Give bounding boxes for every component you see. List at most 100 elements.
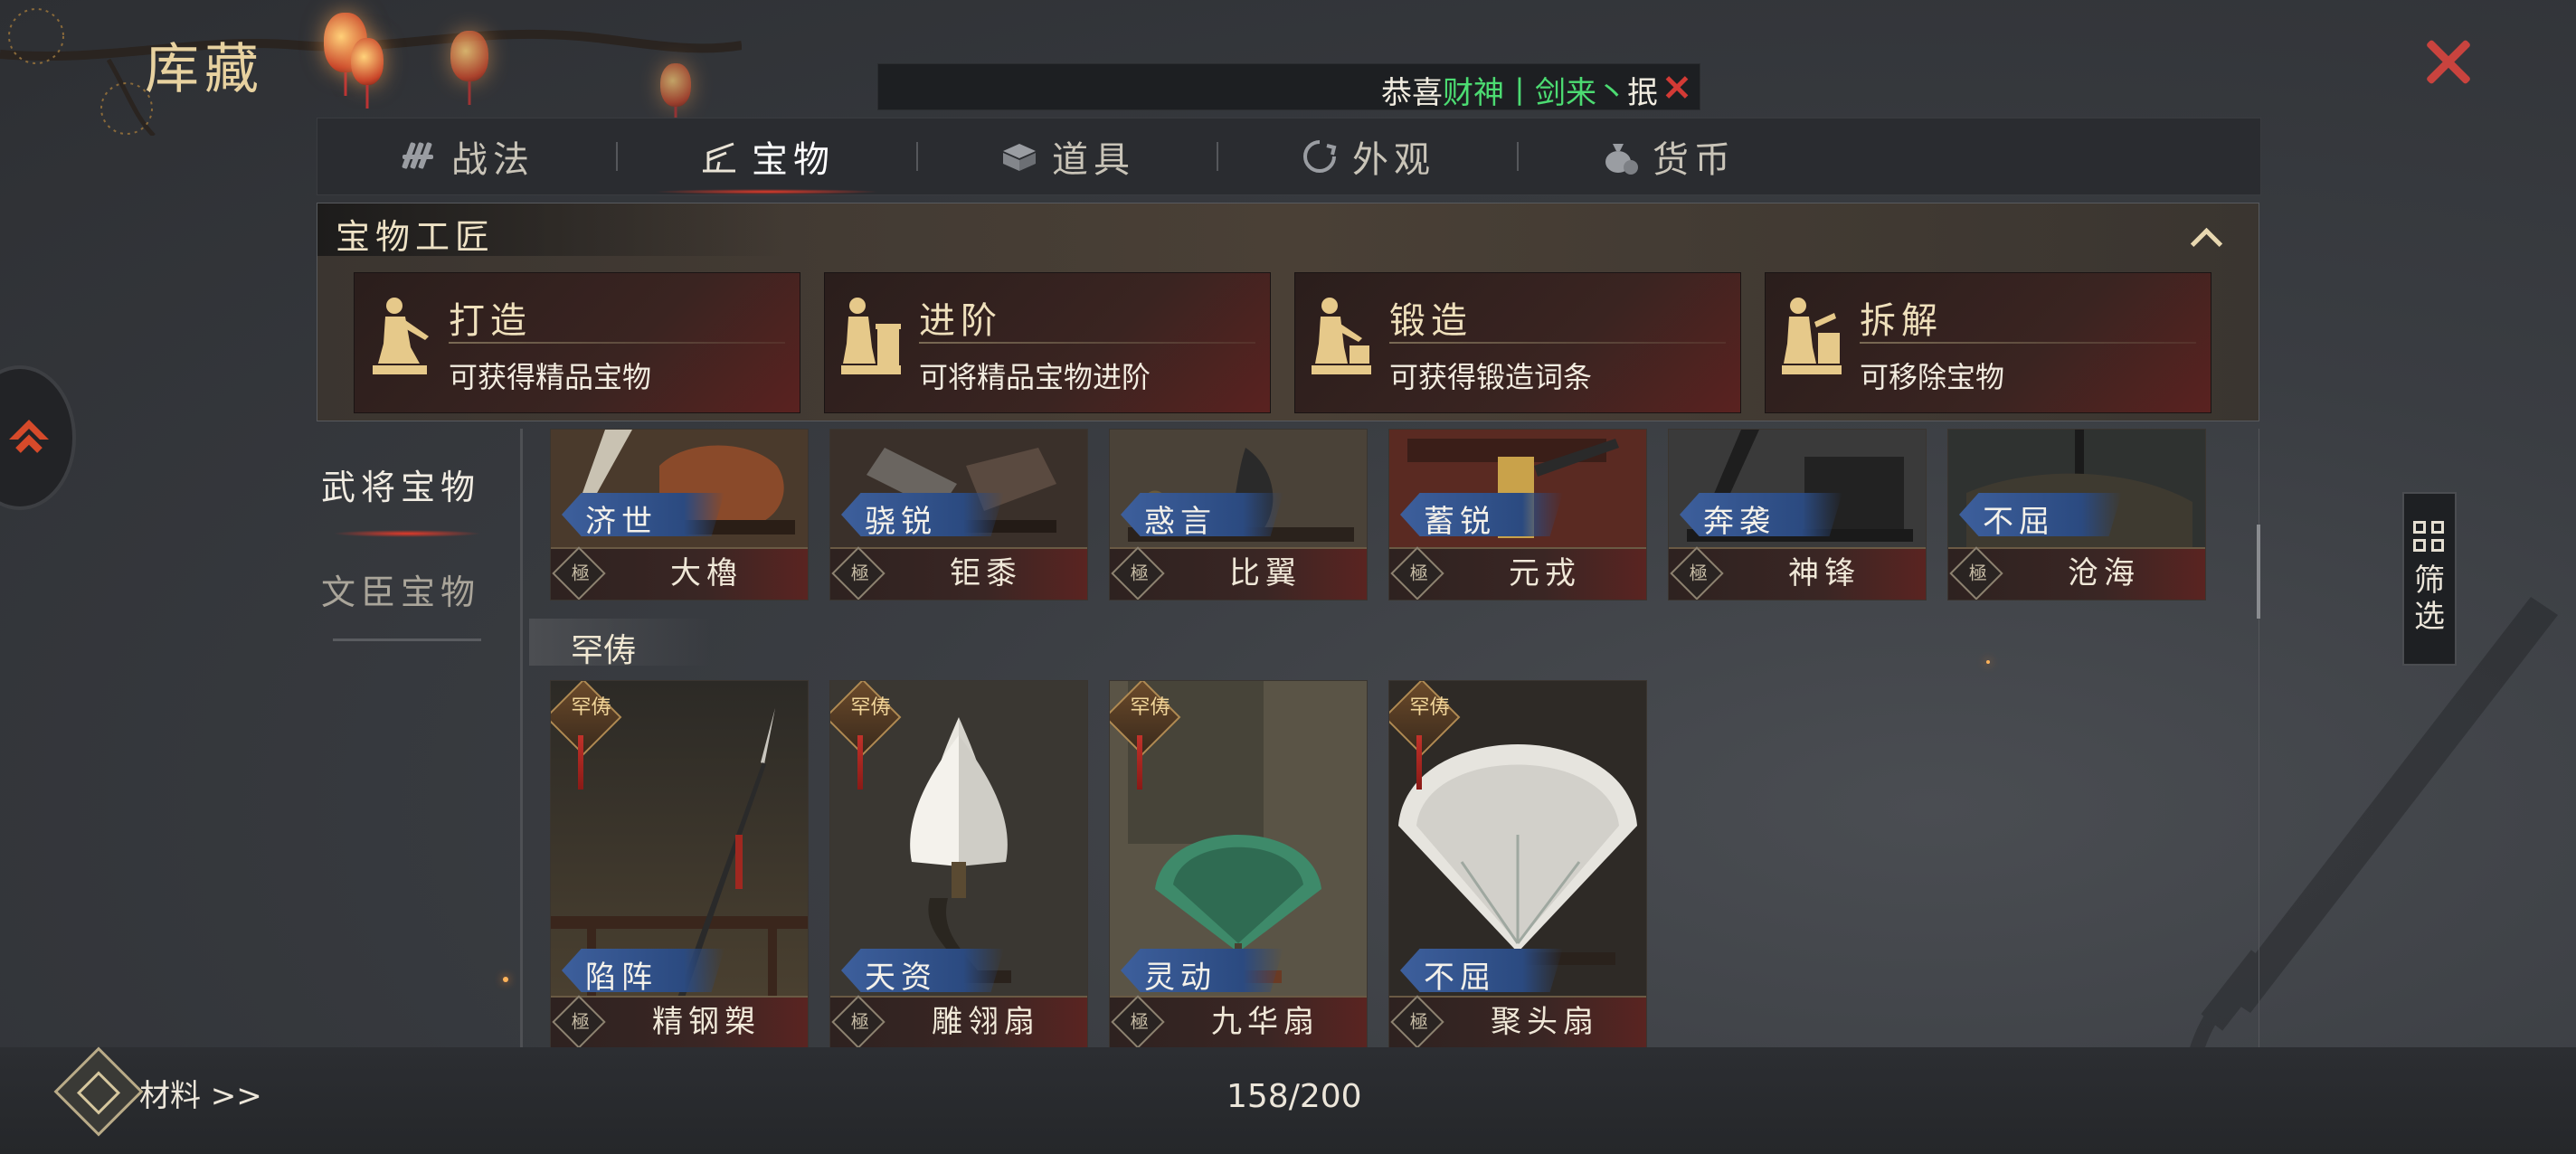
treasure-name: 比翼: [1229, 555, 1302, 591]
treasure-footer: 極 雕翎扇: [830, 995, 1087, 1048]
treasure-card[interactable]: 惑言 極 比翼: [1109, 429, 1368, 601]
marquee-close-icon[interactable]: [1663, 71, 1690, 102]
chevron-arrow-icon: [9, 420, 49, 453]
treasure-card[interactable]: 奔袭 極 神锋: [1668, 429, 1927, 601]
tab-label: 外观: [1352, 139, 1435, 181]
grade-label: 極: [1130, 562, 1149, 584]
inventory-count: 158/200: [1226, 1078, 1362, 1115]
treasure-card[interactable]: 罕俦 灵动 極 九华扇: [1109, 680, 1368, 1049]
craft-card-divider: [1389, 342, 1726, 344]
category-minister-treasures[interactable]: 文臣宝物: [321, 564, 480, 614]
grade-label: 極: [1409, 1010, 1428, 1033]
grade-label: 極: [1968, 562, 1987, 584]
rarity-badge-label: 罕俦: [571, 696, 611, 720]
treasure-card[interactable]: 蓄锐 極 元戎: [1388, 429, 1647, 601]
rarity-badge-label: 罕俦: [1130, 696, 1170, 720]
marquee-suffix: 抿: [1627, 75, 1658, 110]
rarity-badge-label: 罕俦: [850, 696, 891, 720]
treasure-footer: 極 聚头扇: [1389, 995, 1646, 1048]
list-divider: [520, 429, 523, 1053]
treasure-name: 沧海: [2068, 555, 2140, 591]
filter-button[interactable]: 筛选: [2402, 492, 2457, 666]
ember-decoration: [503, 977, 508, 982]
craft-card-desc: 可获得锻造词条: [1389, 360, 1593, 394]
treasure-craftsman-panel: 宝物工匠 打造 可获得精品宝物 进阶 可将精品宝物进阶 锻造 可获得锻造词条 拆…: [317, 203, 2259, 421]
treasure-card[interactable]: 罕俦 天资 極 雕翎扇: [829, 680, 1088, 1049]
treasure-name: 九华扇: [1211, 1004, 1320, 1040]
treasure-card[interactable]: 罕俦 不屈 極 聚头扇: [1388, 680, 1647, 1049]
filter-label: 筛选: [2414, 563, 2445, 635]
treasure-name: 大櫓: [670, 555, 743, 591]
active-category-indicator: [333, 530, 481, 537]
trait-tag: 济世: [562, 493, 724, 536]
page-title: 库藏: [145, 38, 264, 101]
craft-card-divider: [919, 342, 1255, 344]
craft-advance-button[interactable]: 进阶 可将精品宝物进阶: [824, 272, 1271, 413]
trait-tag: 蓄锐: [1400, 493, 1563, 536]
treasure-name: 聚头扇: [1491, 1004, 1599, 1040]
ember-decoration: [1986, 660, 1990, 664]
tab-treasures[interactable]: 宝物: [618, 118, 916, 194]
treasure-name: 钜黍: [950, 555, 1022, 591]
trait-tag: 不屈: [1959, 493, 2122, 536]
marquee-prefix: 恭喜: [1381, 75, 1443, 110]
tassel-decoration: [1137, 735, 1142, 790]
collapse-chevron-icon[interactable]: [2192, 225, 2219, 252]
grade-label: 極: [571, 562, 590, 584]
trait-label: 奔袭: [1703, 504, 1776, 540]
lantern-decoration: [450, 31, 488, 81]
treasure-footer: 極 钜黍: [830, 546, 1087, 600]
tassel-decoration: [578, 735, 583, 790]
tassel-decoration: [1416, 735, 1422, 790]
tab-currency[interactable]: 货币: [1519, 118, 1817, 194]
craft-card-divider: [449, 342, 785, 344]
rarity-badge-label: 罕俦: [1409, 696, 1450, 720]
grade-badge: 極: [1949, 546, 2003, 600]
treasure-footer: 極 精钢槊: [551, 995, 808, 1048]
treasure-name: 元戎: [1509, 555, 1581, 591]
trait-label: 陷阵: [585, 960, 658, 996]
category-tab-bar: 战法 宝物 道具 外观 货币: [317, 118, 2261, 195]
tab-tactics[interactable]: 战法: [317, 118, 616, 194]
grade-label: 極: [1130, 1010, 1149, 1033]
grade-badge: 極: [831, 546, 886, 600]
trait-label: 骁锐: [865, 504, 937, 540]
craft-smelt-button[interactable]: 锻造 可获得锻造词条: [1294, 272, 1741, 413]
trait-label: 不屈: [1983, 504, 2055, 540]
grade-label: 極: [1409, 562, 1428, 584]
craft-card-desc: 可将精品宝物进阶: [919, 360, 1151, 394]
grade-badge: 極: [552, 995, 606, 1048]
tab-label: 货币: [1653, 139, 1736, 181]
materials-button[interactable]: 材料 >>: [139, 1071, 262, 1115]
smith-figure-icon: [1782, 298, 1842, 374]
tab-label: 宝物: [752, 139, 835, 181]
category-divider: [333, 638, 481, 641]
treasure-card[interactable]: 骁锐 極 钜黍: [829, 429, 1088, 601]
tab-items[interactable]: 道具: [918, 118, 1217, 194]
close-icon[interactable]: [2417, 31, 2478, 92]
category-general-treasures[interactable]: 武将宝物: [321, 459, 480, 509]
scrollbar-thumb[interactable]: [2257, 525, 2260, 619]
treasure-rack-icon: [703, 142, 735, 173]
craft-card-name: 锻造: [1389, 300, 1473, 342]
rarity-section-header: 罕俦: [529, 619, 710, 669]
grade-label: 極: [1689, 562, 1708, 584]
treasure-card[interactable]: 济世 極 大櫓: [550, 429, 809, 601]
side-menu-button[interactable]: [0, 365, 76, 510]
craft-forge-button[interactable]: 打造 可获得精品宝物: [354, 272, 800, 413]
tab-appearance[interactable]: 外观: [1218, 118, 1517, 194]
treasure-card[interactable]: 不屈 極 沧海: [1947, 429, 2206, 601]
trait-label: 不屈: [1424, 960, 1496, 996]
tab-label: 道具: [1052, 139, 1135, 181]
craft-dismantle-button[interactable]: 拆解 可移除宝物: [1765, 272, 2211, 413]
grade-badge: 極: [831, 995, 886, 1048]
tassel-decoration: [857, 735, 863, 790]
trait-tag: 不屈: [1400, 949, 1563, 992]
treasure-card[interactable]: 罕俦 陷阵 極 精钢槊: [550, 680, 809, 1049]
craft-card-name: 打造: [449, 300, 532, 342]
treasure-footer: 極 神锋: [1669, 546, 1926, 600]
grade-badge: 極: [552, 546, 606, 600]
announcement-marquee: 恭喜财神丨剑来丶抿: [877, 63, 1700, 110]
section-label: 罕俦: [571, 632, 637, 669]
grade-label: 極: [850, 1010, 869, 1033]
